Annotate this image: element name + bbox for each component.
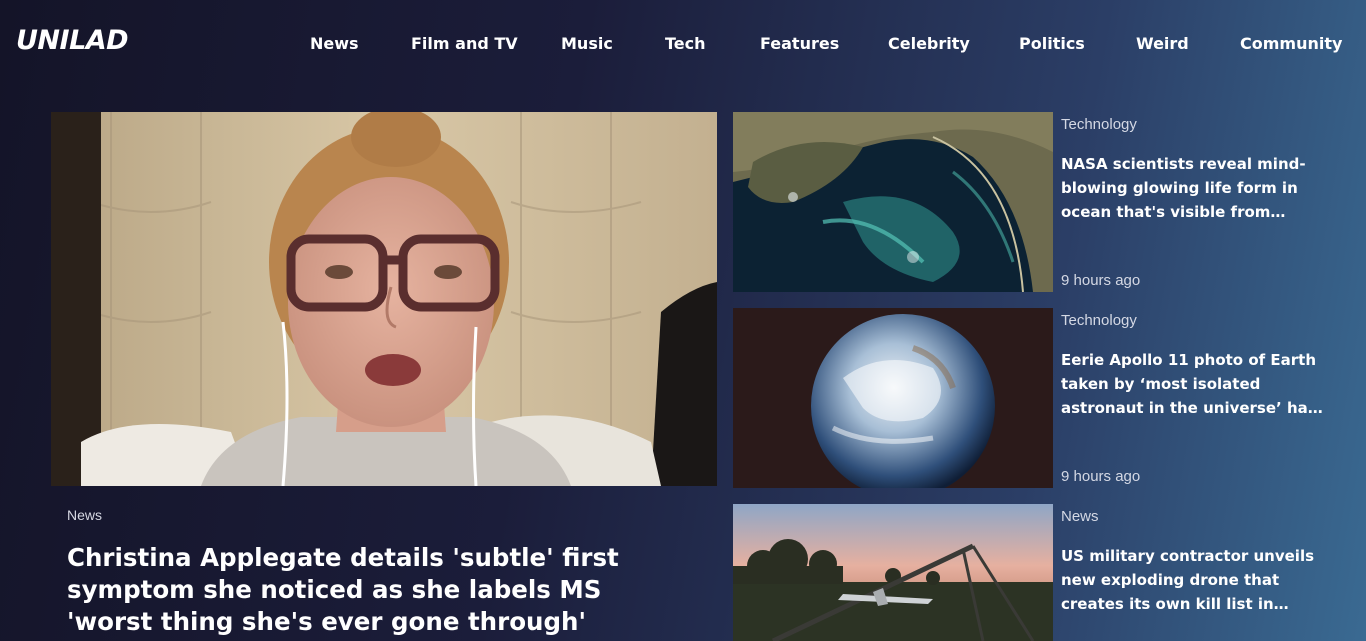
article-1-thumbnail[interactable]: [733, 112, 1053, 292]
nav-item-celebrity[interactable]: Celebrity: [888, 34, 970, 54]
nav-item-weird[interactable]: Weird: [1136, 34, 1189, 54]
nav-item-politics[interactable]: Politics: [1019, 34, 1085, 54]
hero-category[interactable]: News: [67, 507, 102, 523]
nav-item-community[interactable]: Community: [1240, 34, 1342, 54]
article-2-category[interactable]: Technology: [1061, 312, 1137, 330]
nav-item-features[interactable]: Features: [760, 34, 839, 54]
article-2-thumbnail[interactable]: [733, 308, 1053, 488]
nav-item-film-and-tv[interactable]: Film and TV: [411, 34, 518, 54]
hero-headline[interactable]: Christina Applegate details 'subtle' fir…: [67, 542, 687, 638]
article-3-category[interactable]: News: [1061, 508, 1099, 526]
hero-article-image[interactable]: [51, 112, 717, 486]
nav-item-tech[interactable]: Tech: [665, 34, 706, 54]
article-1-category[interactable]: Technology: [1061, 116, 1137, 134]
article-1-timestamp: 9 hours ago: [1061, 272, 1141, 289]
article-3-headline[interactable]: US military contractor unveils new explo…: [1061, 544, 1326, 616]
nav-item-news[interactable]: News: [310, 34, 359, 54]
article-3-thumbnail[interactable]: [733, 504, 1053, 641]
article-1-headline[interactable]: NASA scientists reveal mind-blowing glow…: [1061, 152, 1326, 224]
article-2-timestamp: 9 hours ago: [1061, 468, 1141, 485]
article-2-headline[interactable]: Eerie Apollo 11 photo of Earth taken by …: [1061, 348, 1326, 420]
site-header: UNILAD News Film and TV Music Tech Featu…: [0, 0, 1366, 88]
main-nav: News Film and TV Music Tech Features Cel…: [0, 34, 1366, 54]
nav-item-music[interactable]: Music: [561, 34, 613, 54]
